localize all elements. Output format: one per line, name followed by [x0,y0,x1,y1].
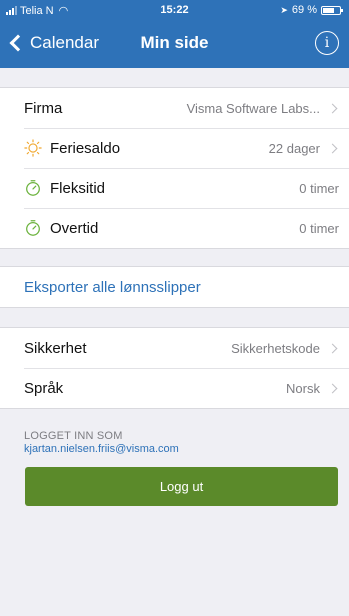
export-payslips-link[interactable]: Eksporter alle lønnsslipper [0,267,349,307]
logged-in-caption: LOGGET INN SOM [24,430,123,442]
logout-button[interactable]: Logg ut [25,467,338,506]
sikkerhet-value: Sikkerhetskode [231,340,320,356]
firma-label: Firma [24,99,63,117]
settings-group: Sikkerhet Sikkerhetskode Språk Norsk [0,327,349,409]
row-fleksitid: Fleksitid 0 timer [0,168,349,208]
overtid-label: Overtid [50,219,99,237]
export-group: Eksporter alle lønnsslipper [0,266,349,308]
chevron-right-icon [327,143,338,153]
row-sikkerhet[interactable]: Sikkerhet Sikkerhetskode [0,328,349,368]
chevron-right-icon [327,103,338,113]
top-bar: Telia N ◠ 15:22 ➤ 69 % Calendar Min side… [0,0,349,68]
chevron-right-icon [327,383,338,393]
feriesaldo-value-wrap: 22 dager [269,141,339,156]
battery-icon [321,5,343,15]
balance-group: Firma Visma Software Labs... Feriesaldo … [0,87,349,249]
sikkerhet-label: Sikkerhet [24,339,87,357]
export-label: Eksporter alle lønnsslipper [24,278,201,296]
row-feriesaldo[interactable]: Feriesaldo 22 dager [0,128,349,168]
fleksitid-value: 0 timer [299,180,339,196]
feriesaldo-label: Feriesaldo [50,139,121,157]
status-bar: Telia N ◠ 15:22 ➤ 69 % [0,0,349,20]
sikkerhet-value-wrap: Sikkerhetskode [231,341,339,356]
row-firma[interactable]: Firma Visma Software Labs... [0,88,349,128]
row-sprak[interactable]: Språk Norsk [0,368,349,408]
battery-percent: 69 % [291,4,317,16]
navigation-bar: Calendar Min side i [0,20,349,68]
fleksitid-label: Fleksitid [50,179,106,197]
firma-value-wrap: Visma Software Labs... [187,101,339,116]
page-title: Min side [140,33,209,52]
sprak-value: Norsk [286,380,320,396]
status-right: ➤ 69 % [280,4,343,16]
stopwatch-icon [26,220,40,236]
info-button[interactable]: i [315,31,339,55]
info-icon: i [324,35,330,51]
battery-fill [323,7,334,13]
chevron-right-icon [327,343,338,353]
firma-value: Visma Software Labs... [186,100,320,116]
sprak-label: Språk [24,379,64,397]
feriesaldo-value: 22 dager [268,140,320,156]
sprak-value-wrap: Norsk [286,381,339,396]
location-icon: ➤ [280,4,288,15]
sun-icon [24,139,42,157]
logged-in-email: kjartan.nielsen.friis@visma.com [24,443,179,455]
overtid-value: 0 timer [299,220,339,236]
row-overtid: Overtid 0 timer [0,208,349,248]
stopwatch-icon [26,180,40,196]
